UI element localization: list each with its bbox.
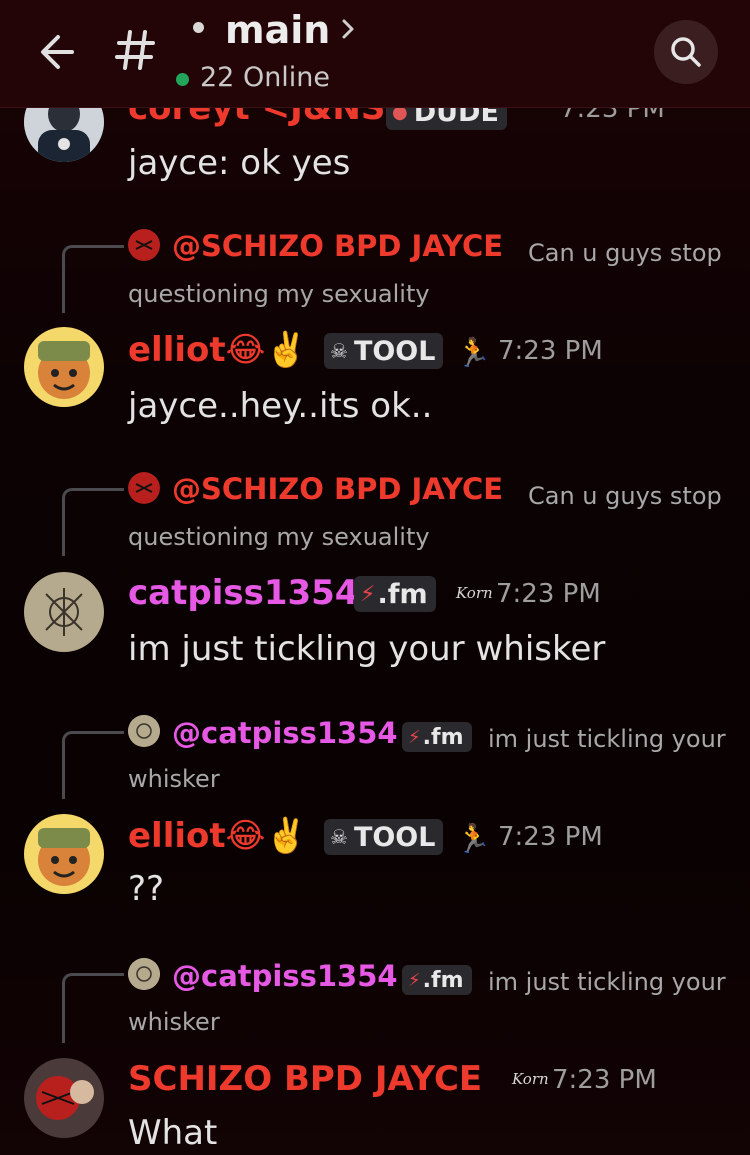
- role-tag-label: .fm: [377, 578, 428, 610]
- back-arrow-icon: [41, 35, 74, 69]
- reply-role-tag-label: .fm: [422, 967, 464, 993]
- reply-author[interactable]: @SCHIZO BPD JAYCE: [172, 472, 503, 506]
- sketch-icon: [128, 958, 160, 990]
- unread-dot: [193, 22, 204, 33]
- channel-header: main 22 Online: [0, 0, 750, 108]
- skull-icon: ☠: [330, 339, 348, 363]
- lightning-icon: ⚡: [408, 726, 421, 748]
- reply-text-cont[interactable]: whisker: [128, 1008, 220, 1036]
- spider-icon: [128, 472, 160, 504]
- author-name[interactable]: elliot😂✌️: [128, 330, 308, 370]
- reply-text[interactable]: Can u guys stop: [528, 239, 722, 267]
- back-button[interactable]: [34, 26, 82, 78]
- chevron-right-icon[interactable]: [338, 14, 358, 44]
- skull-icon: ☠: [330, 825, 348, 849]
- search-button[interactable]: [654, 20, 718, 84]
- reply-avatar: [128, 472, 160, 504]
- role-tag: ☠ TOOL: [324, 333, 444, 369]
- reply-author[interactable]: @SCHIZO BPD JAYCE: [172, 229, 503, 263]
- role-tag-label: TOOL: [353, 335, 436, 367]
- reply-spine: [62, 488, 124, 556]
- message-text[interactable]: jayce..hey..its ok..: [128, 386, 432, 426]
- reply-text[interactable]: im just tickling your: [488, 968, 726, 996]
- reply-text[interactable]: Can u guys stop: [528, 482, 722, 510]
- timestamp: 7:23 PM: [496, 579, 601, 609]
- avatar[interactable]: [24, 814, 104, 894]
- message-text[interactable]: ??: [128, 869, 164, 909]
- reply-author[interactable]: @catpiss1354: [172, 716, 398, 750]
- reply-author[interactable]: @catpiss1354: [172, 959, 398, 993]
- sketch-icon: [128, 715, 160, 747]
- reply-avatar: [128, 715, 160, 747]
- channel-hash-icon: [112, 24, 160, 76]
- reply-role-tag-label: .fm: [422, 724, 464, 750]
- reply-text-cont[interactable]: questioning my sexuality: [128, 523, 430, 551]
- message-text[interactable]: jayce: ok yes: [128, 143, 350, 183]
- message-text[interactable]: What: [128, 1113, 217, 1153]
- runner-icon: 🏃: [456, 822, 491, 855]
- role-tag: ⚡ .fm: [354, 576, 436, 612]
- timestamp: 7:23 PM: [552, 1065, 657, 1095]
- message-text[interactable]: im just tickling your whisker: [128, 629, 605, 669]
- search-icon: [671, 37, 701, 67]
- avatar[interactable]: [24, 1058, 104, 1138]
- reply-text-cont[interactable]: questioning my sexuality: [128, 280, 430, 308]
- reply-role-tag: ⚡ .fm: [402, 965, 472, 995]
- author-name[interactable]: elliot😂✌️: [128, 816, 308, 856]
- reply-avatar: [128, 958, 160, 990]
- avatar-image: [24, 572, 104, 652]
- reply-avatar: [128, 229, 160, 261]
- online-count: 22 Online: [200, 62, 331, 93]
- online-status-dot: [176, 73, 189, 86]
- reply-text-cont[interactable]: whisker: [128, 765, 220, 793]
- message-list[interactable]: coreyt <J&NS ● DUDE 7:23 PM jayce: ok ye…: [0, 0, 750, 1155]
- spider-icon: [128, 229, 160, 261]
- avatar[interactable]: [24, 572, 104, 652]
- korn-badge: Korn: [512, 1070, 549, 1088]
- author-name[interactable]: SCHIZO BPD JAYCE: [128, 1059, 482, 1099]
- author-name[interactable]: catpiss1354: [128, 573, 358, 613]
- lightning-icon: ⚡: [360, 581, 376, 607]
- timestamp: 7:23 PM: [498, 822, 603, 852]
- timestamp: 7:23 PM: [498, 336, 603, 366]
- reply-spine: [62, 973, 124, 1043]
- avatar-image: [24, 1058, 104, 1138]
- runner-icon: 🏃: [456, 336, 491, 369]
- avatar[interactable]: [24, 327, 104, 407]
- avatar-image: [24, 814, 104, 894]
- reply-text[interactable]: im just tickling your: [488, 725, 726, 753]
- reply-role-tag: ⚡ .fm: [402, 722, 472, 752]
- korn-badge: Korn: [456, 584, 493, 602]
- avatar-image: [24, 327, 104, 407]
- channel-title[interactable]: main: [225, 8, 330, 52]
- reply-spine: [62, 731, 124, 799]
- role-tag: ☠ TOOL: [324, 819, 444, 855]
- reply-spine: [62, 245, 124, 313]
- role-tag-label: TOOL: [353, 821, 436, 853]
- lightning-icon: ⚡: [408, 969, 421, 991]
